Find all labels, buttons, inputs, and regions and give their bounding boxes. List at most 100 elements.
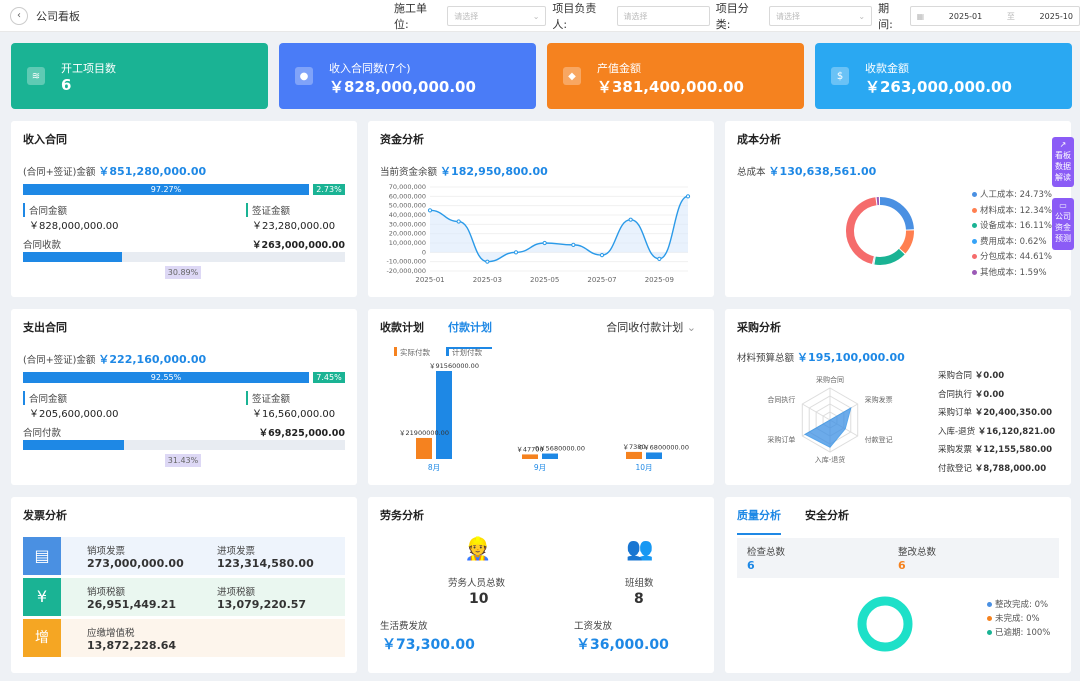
x-tick-label: 2025-05	[530, 276, 559, 284]
money-bag-icon: $	[831, 67, 849, 85]
legend-marker	[394, 347, 397, 356]
line-point	[628, 217, 633, 222]
filter-manager-label: 项目负责人:	[552, 2, 597, 31]
filter-unit-select[interactable]: 请选择 ⌄	[447, 6, 547, 26]
calendar-icon: ▦	[916, 11, 925, 21]
y-tick-label: 30,000,000	[389, 220, 426, 228]
legend-item: 费用成本: 0.62%	[972, 235, 1052, 251]
layers-icon: ≋	[27, 67, 45, 85]
card-title: 劳务分析	[380, 509, 424, 522]
total-value: ￥222,160,000.00	[98, 353, 207, 366]
y-tick-label: 0	[422, 248, 426, 256]
tax-hand-icon: ¥	[23, 578, 61, 616]
list-item: 采购订单 ￥20,400,350.00	[938, 408, 1053, 418]
kpi-income-contracts: ● 收入合同数(7个) ￥828,000,000.00	[279, 43, 536, 109]
visa-amount-value: ￥23,280,000.00	[252, 221, 336, 232]
tab-quality[interactable]: 质量分析	[737, 507, 781, 535]
filter-manager-input[interactable]: 请选择	[616, 6, 710, 26]
list-item: 采购合同 ￥0.00	[938, 371, 1005, 381]
y-tick-label: -20,000,000	[386, 267, 426, 275]
legend-item: 其他成本: 1.59%	[972, 266, 1052, 282]
y-tick-label: 70,000,000	[389, 183, 426, 191]
visa-amount-label: 签证金额	[246, 203, 290, 217]
list-item: 付款登记 ￥8,788,000.00	[938, 463, 1047, 474]
receipt-label: 合同收款	[23, 240, 62, 251]
kpi-output: ◆ 产值金额 ￥381,400,000.00	[547, 43, 804, 109]
card-title: 支出合同	[23, 321, 67, 334]
line-point	[513, 250, 519, 255]
payment-bar-chart: 实际付款 计划付款￥21900000.00￥91560000.008月￥47700…	[394, 347, 689, 472]
x-tick-label: 2025-09	[645, 276, 674, 284]
x-tick-label: 10月	[635, 463, 652, 472]
donut-slice	[846, 197, 877, 265]
x-tick-label: 8月	[428, 463, 440, 472]
chevron-down-icon: ⌄	[532, 11, 540, 21]
radar-axis-label: 付款登记	[865, 435, 893, 444]
diamond-icon: ◆	[563, 67, 581, 85]
tab-safety[interactable]: 安全分析	[805, 507, 849, 523]
tab-receipt-plan[interactable]: 收款计划	[380, 319, 424, 335]
total-label: (合同+签证)金额	[23, 167, 96, 178]
payment-pct-badge: 31.43%	[165, 454, 201, 467]
list-item: 采购发票 ￥12,155,580.00	[938, 445, 1053, 455]
kpi-receipts: $ 收款金额 ￥263,000,000.00	[815, 43, 1072, 109]
labor-analysis-card: 劳务分析 👷 👥 劳务人员总数 10 班组数 8 生活费发放 ￥73,300.0…	[368, 497, 714, 673]
line-point	[542, 240, 547, 246]
legend-item: 分包成本: 44.61%	[972, 250, 1052, 266]
x-tick-label: 9月	[534, 463, 546, 472]
living-expense-value: ￥73,300.00	[382, 637, 475, 653]
visa-amount-label: 签证金额	[246, 391, 290, 405]
bar-label: 0￥6800000.00	[639, 443, 689, 451]
budget-label: 材料预算总额	[737, 353, 795, 364]
line-point	[599, 253, 605, 258]
contract-amount-label: 合同金额	[23, 203, 67, 217]
quality-legend: 整改完成: 0% 未完成: 0% 已逾期: 100%	[987, 598, 1050, 640]
x-tick-label: 2025-03	[473, 276, 502, 284]
kpi-value: ￥381,400,000.00	[597, 78, 744, 96]
visa-amount-value: ￥16,560,000.00	[252, 409, 336, 420]
budget-value: ￥195,100,000.00	[797, 351, 905, 364]
line-point	[456, 219, 461, 224]
donut-slice	[874, 248, 905, 265]
y-tick-label: 10,000,000	[389, 239, 426, 247]
chevron-down-icon: ⌄	[686, 321, 696, 334]
card-title: 收入合同	[23, 133, 67, 146]
back-button[interactable]: ‹	[10, 6, 28, 25]
line-point	[427, 208, 433, 213]
y-tick-label: 50,000,000	[389, 202, 426, 210]
team-count-label: 班组数	[625, 578, 654, 589]
period-label: 期间:	[878, 2, 893, 31]
main-ratio-bar: 97.27%	[23, 184, 309, 195]
purchase-analysis-card: 采购分析 材料预算总额 ￥195,100,000.00 采购合同 采购发票 付款登记…	[725, 309, 1071, 485]
filter-category-select[interactable]: 请选择 ⌄	[769, 6, 873, 26]
funds-analysis-card: 资金分析 当前资金余额 ￥182,950,800.00 70,000,000 60…	[368, 121, 714, 297]
line-point	[685, 194, 691, 199]
fund-forecast-button[interactable]: ▭ 公司资金预测	[1052, 198, 1074, 250]
radar-axis-label: 合同执行	[767, 395, 795, 404]
kpi-value: ￥263,000,000.00	[865, 78, 1012, 96]
vat-increase-icon: 增	[23, 619, 61, 657]
period-range-picker[interactable]: ▦ 2025-01 至 2025-10	[909, 6, 1080, 26]
board-interpretation-button[interactable]: ↗ 看板数据解读	[1052, 137, 1074, 187]
list-item: 入库-退货 ￥16,120,821.00	[938, 426, 1056, 437]
payment-plan-card: 收款计划 付款计划 合同收付款计划 ⌄ 实际付款 计划付款 ￥21900000.00…	[368, 309, 714, 485]
legend-item: 设备成本: 16.11%	[972, 219, 1052, 235]
visa-ratio-bar: 7.45%	[313, 372, 345, 383]
bar-label: 0￥5680000.00	[535, 445, 585, 453]
line-point	[657, 256, 662, 261]
purchase-list: 采购合同 ￥0.00 合同执行 ￥0.00 采购订单 ￥20,400,350.0…	[938, 367, 1055, 478]
trend-icon: ↗	[1059, 140, 1067, 149]
invoice-row-2: ¥ 销项税额 26,951,449.21 进项税额 13,079,220.57	[23, 578, 345, 616]
receipt-pct-badge: 30.89%	[165, 266, 201, 279]
quality-safety-card: 质量分析 安全分析 检查总数 6 整改总数 6 整改完成: 0% 未完成: 0%…	[725, 497, 1071, 673]
kpi-label: 收款金额	[865, 62, 909, 75]
y-tick-label: 20,000,000	[389, 230, 426, 238]
x-tick-label: 2025-07	[587, 276, 616, 284]
plan-dropdown[interactable]: 合同收付款计划 ⌄	[606, 319, 696, 335]
legend-item: 材料成本: 12.34%	[972, 204, 1052, 220]
page-title: 公司看板	[36, 9, 80, 23]
radar-axis-label: 入库-退货	[815, 455, 846, 464]
labor-count-label: 劳务人员总数	[448, 578, 506, 589]
line-point	[485, 259, 490, 264]
cost-legend: 人工成本: 24.73% 材料成本: 12.34% 设备成本: 16.11% 费…	[972, 188, 1052, 282]
